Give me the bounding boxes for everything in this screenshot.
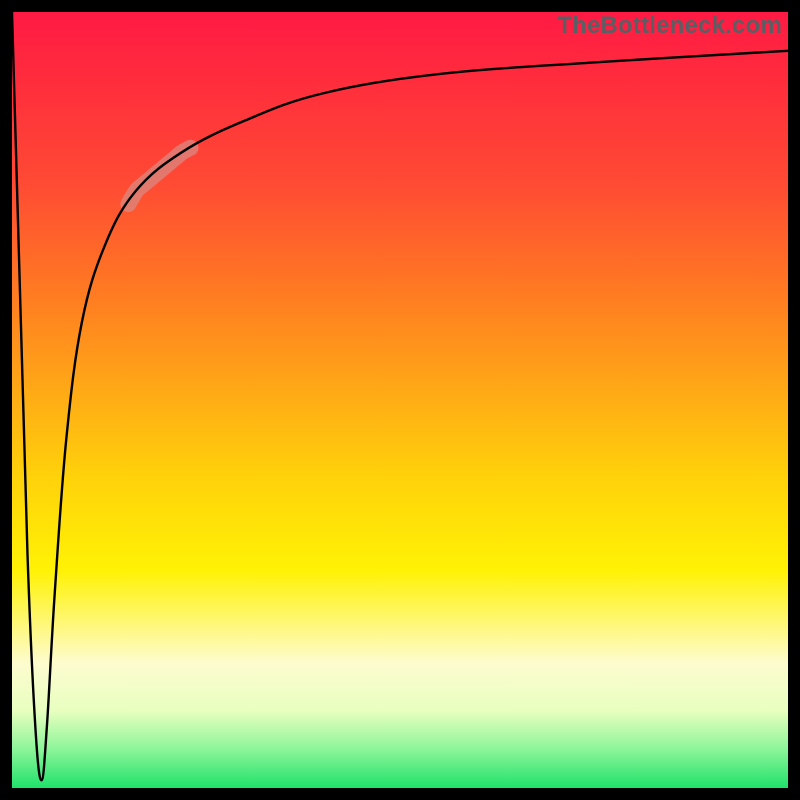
plot-area: TheBottleneck.com: [12, 12, 788, 788]
curve-highlight-segment: [128, 148, 190, 204]
chart-frame: TheBottleneck.com: [0, 0, 800, 800]
curve-layer: [12, 12, 788, 788]
bottleneck-curve: [12, 12, 788, 780]
attribution-label: TheBottleneck.com: [557, 12, 782, 40]
